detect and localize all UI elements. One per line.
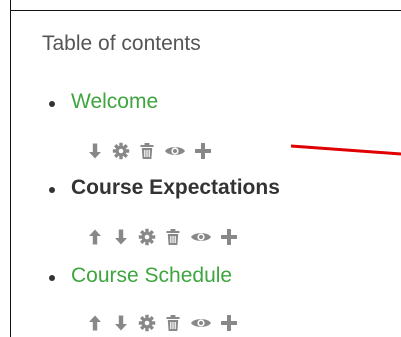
- annotation-pointer-line: [290, 144, 401, 156]
